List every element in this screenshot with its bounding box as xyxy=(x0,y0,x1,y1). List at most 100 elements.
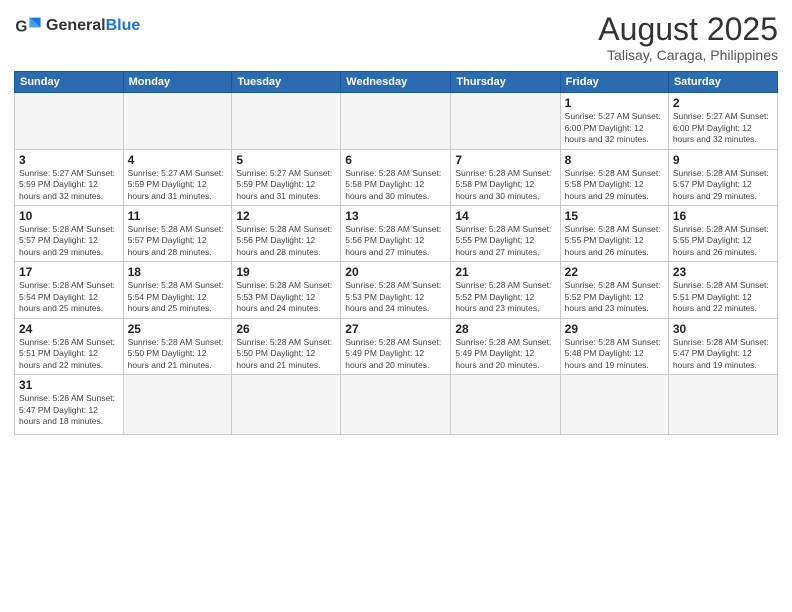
day-number: 17 xyxy=(19,265,119,279)
table-row: 13Sunrise: 5:28 AM Sunset: 5:56 PM Dayli… xyxy=(341,206,451,262)
day-info: Sunrise: 5:28 AM Sunset: 5:55 PM Dayligh… xyxy=(673,224,773,258)
day-number: 21 xyxy=(455,265,555,279)
calendar: Sunday Monday Tuesday Wednesday Thursday… xyxy=(14,71,778,435)
table-row xyxy=(668,375,777,435)
table-row xyxy=(232,93,341,149)
table-row xyxy=(123,375,232,435)
table-row: 26Sunrise: 5:28 AM Sunset: 5:50 PM Dayli… xyxy=(232,318,341,374)
table-row: 5Sunrise: 5:27 AM Sunset: 5:59 PM Daylig… xyxy=(232,149,341,205)
day-number: 12 xyxy=(236,209,336,223)
day-info: Sunrise: 5:28 AM Sunset: 5:49 PM Dayligh… xyxy=(345,337,446,371)
svg-text:G: G xyxy=(15,19,27,36)
day-number: 30 xyxy=(673,322,773,336)
day-info: Sunrise: 5:28 AM Sunset: 5:56 PM Dayligh… xyxy=(236,224,336,258)
day-info: Sunrise: 5:28 AM Sunset: 5:47 PM Dayligh… xyxy=(673,337,773,371)
day-number: 19 xyxy=(236,265,336,279)
table-row: 23Sunrise: 5:28 AM Sunset: 5:51 PM Dayli… xyxy=(668,262,777,318)
table-row: 2Sunrise: 5:27 AM Sunset: 6:00 PM Daylig… xyxy=(668,93,777,149)
day-info: Sunrise: 5:28 AM Sunset: 5:52 PM Dayligh… xyxy=(565,280,664,314)
table-row: 17Sunrise: 5:28 AM Sunset: 5:54 PM Dayli… xyxy=(15,262,124,318)
table-row: 14Sunrise: 5:28 AM Sunset: 5:55 PM Dayli… xyxy=(451,206,560,262)
table-row: 11Sunrise: 5:28 AM Sunset: 5:57 PM Dayli… xyxy=(123,206,232,262)
day-number: 11 xyxy=(128,209,228,223)
day-info: Sunrise: 5:28 AM Sunset: 5:51 PM Dayligh… xyxy=(673,280,773,314)
day-number: 14 xyxy=(455,209,555,223)
day-number: 18 xyxy=(128,265,228,279)
day-number: 27 xyxy=(345,322,446,336)
day-number: 28 xyxy=(455,322,555,336)
day-number: 5 xyxy=(236,153,336,167)
table-row: 4Sunrise: 5:27 AM Sunset: 5:59 PM Daylig… xyxy=(123,149,232,205)
table-row xyxy=(341,375,451,435)
day-number: 20 xyxy=(345,265,446,279)
col-thursday: Thursday xyxy=(451,72,560,93)
table-row: 16Sunrise: 5:28 AM Sunset: 5:55 PM Dayli… xyxy=(668,206,777,262)
day-number: 13 xyxy=(345,209,446,223)
day-info: Sunrise: 5:28 AM Sunset: 5:47 PM Dayligh… xyxy=(19,393,119,427)
table-row: 7Sunrise: 5:28 AM Sunset: 5:58 PM Daylig… xyxy=(451,149,560,205)
day-info: Sunrise: 5:28 AM Sunset: 5:58 PM Dayligh… xyxy=(455,168,555,202)
day-number: 23 xyxy=(673,265,773,279)
day-number: 24 xyxy=(19,322,119,336)
logo-icon: G xyxy=(14,12,42,40)
col-monday: Monday xyxy=(123,72,232,93)
calendar-body: 1Sunrise: 5:27 AM Sunset: 6:00 PM Daylig… xyxy=(15,93,778,435)
table-row: 3Sunrise: 5:27 AM Sunset: 5:59 PM Daylig… xyxy=(15,149,124,205)
day-info: Sunrise: 5:28 AM Sunset: 5:48 PM Dayligh… xyxy=(565,337,664,371)
table-row xyxy=(451,375,560,435)
day-number: 6 xyxy=(345,153,446,167)
day-info: Sunrise: 5:27 AM Sunset: 5:59 PM Dayligh… xyxy=(128,168,228,202)
day-info: Sunrise: 5:28 AM Sunset: 5:55 PM Dayligh… xyxy=(455,224,555,258)
table-row xyxy=(341,93,451,149)
table-row: 31Sunrise: 5:28 AM Sunset: 5:47 PM Dayli… xyxy=(15,375,124,435)
day-info: Sunrise: 5:28 AM Sunset: 5:49 PM Dayligh… xyxy=(455,337,555,371)
col-tuesday: Tuesday xyxy=(232,72,341,93)
day-number: 4 xyxy=(128,153,228,167)
table-row: 19Sunrise: 5:28 AM Sunset: 5:53 PM Dayli… xyxy=(232,262,341,318)
table-row xyxy=(123,93,232,149)
day-info: Sunrise: 5:27 AM Sunset: 5:59 PM Dayligh… xyxy=(236,168,336,202)
table-row: 1Sunrise: 5:27 AM Sunset: 6:00 PM Daylig… xyxy=(560,93,668,149)
table-row: 22Sunrise: 5:28 AM Sunset: 5:52 PM Dayli… xyxy=(560,262,668,318)
day-info: Sunrise: 5:28 AM Sunset: 5:51 PM Dayligh… xyxy=(19,337,119,371)
day-info: Sunrise: 5:28 AM Sunset: 5:58 PM Dayligh… xyxy=(565,168,664,202)
day-number: 25 xyxy=(128,322,228,336)
day-info: Sunrise: 5:28 AM Sunset: 5:57 PM Dayligh… xyxy=(673,168,773,202)
day-number: 15 xyxy=(565,209,664,223)
table-row: 28Sunrise: 5:28 AM Sunset: 5:49 PM Dayli… xyxy=(451,318,560,374)
col-friday: Friday xyxy=(560,72,668,93)
table-row: 6Sunrise: 5:28 AM Sunset: 5:58 PM Daylig… xyxy=(341,149,451,205)
day-number: 7 xyxy=(455,153,555,167)
table-row: 9Sunrise: 5:28 AM Sunset: 5:57 PM Daylig… xyxy=(668,149,777,205)
table-row: 18Sunrise: 5:28 AM Sunset: 5:54 PM Dayli… xyxy=(123,262,232,318)
day-info: Sunrise: 5:28 AM Sunset: 5:56 PM Dayligh… xyxy=(345,224,446,258)
table-row xyxy=(15,93,124,149)
table-row: 10Sunrise: 5:28 AM Sunset: 5:57 PM Dayli… xyxy=(15,206,124,262)
day-number: 1 xyxy=(565,96,664,110)
calendar-header: Sunday Monday Tuesday Wednesday Thursday… xyxy=(15,72,778,93)
title-block: August 2025 Talisay, Caraga, Philippines xyxy=(598,12,778,63)
day-number: 26 xyxy=(236,322,336,336)
col-wednesday: Wednesday xyxy=(341,72,451,93)
table-row: 25Sunrise: 5:28 AM Sunset: 5:50 PM Dayli… xyxy=(123,318,232,374)
day-info: Sunrise: 5:28 AM Sunset: 5:58 PM Dayligh… xyxy=(345,168,446,202)
table-row: 8Sunrise: 5:28 AM Sunset: 5:58 PM Daylig… xyxy=(560,149,668,205)
day-info: Sunrise: 5:28 AM Sunset: 5:52 PM Dayligh… xyxy=(455,280,555,314)
table-row: 27Sunrise: 5:28 AM Sunset: 5:49 PM Dayli… xyxy=(341,318,451,374)
day-info: Sunrise: 5:28 AM Sunset: 5:50 PM Dayligh… xyxy=(236,337,336,371)
day-info: Sunrise: 5:28 AM Sunset: 5:53 PM Dayligh… xyxy=(345,280,446,314)
day-info: Sunrise: 5:28 AM Sunset: 5:50 PM Dayligh… xyxy=(128,337,228,371)
table-row xyxy=(451,93,560,149)
table-row: 21Sunrise: 5:28 AM Sunset: 5:52 PM Dayli… xyxy=(451,262,560,318)
table-row: 12Sunrise: 5:28 AM Sunset: 5:56 PM Dayli… xyxy=(232,206,341,262)
day-number: 16 xyxy=(673,209,773,223)
table-row: 29Sunrise: 5:28 AM Sunset: 5:48 PM Dayli… xyxy=(560,318,668,374)
day-info: Sunrise: 5:28 AM Sunset: 5:57 PM Dayligh… xyxy=(128,224,228,258)
day-info: Sunrise: 5:28 AM Sunset: 5:54 PM Dayligh… xyxy=(128,280,228,314)
table-row: 24Sunrise: 5:28 AM Sunset: 5:51 PM Dayli… xyxy=(15,318,124,374)
day-number: 31 xyxy=(19,378,119,392)
day-number: 10 xyxy=(19,209,119,223)
day-number: 29 xyxy=(565,322,664,336)
day-number: 2 xyxy=(673,96,773,110)
header: G GeneralBlue August 2025 Talisay, Carag… xyxy=(14,12,778,63)
